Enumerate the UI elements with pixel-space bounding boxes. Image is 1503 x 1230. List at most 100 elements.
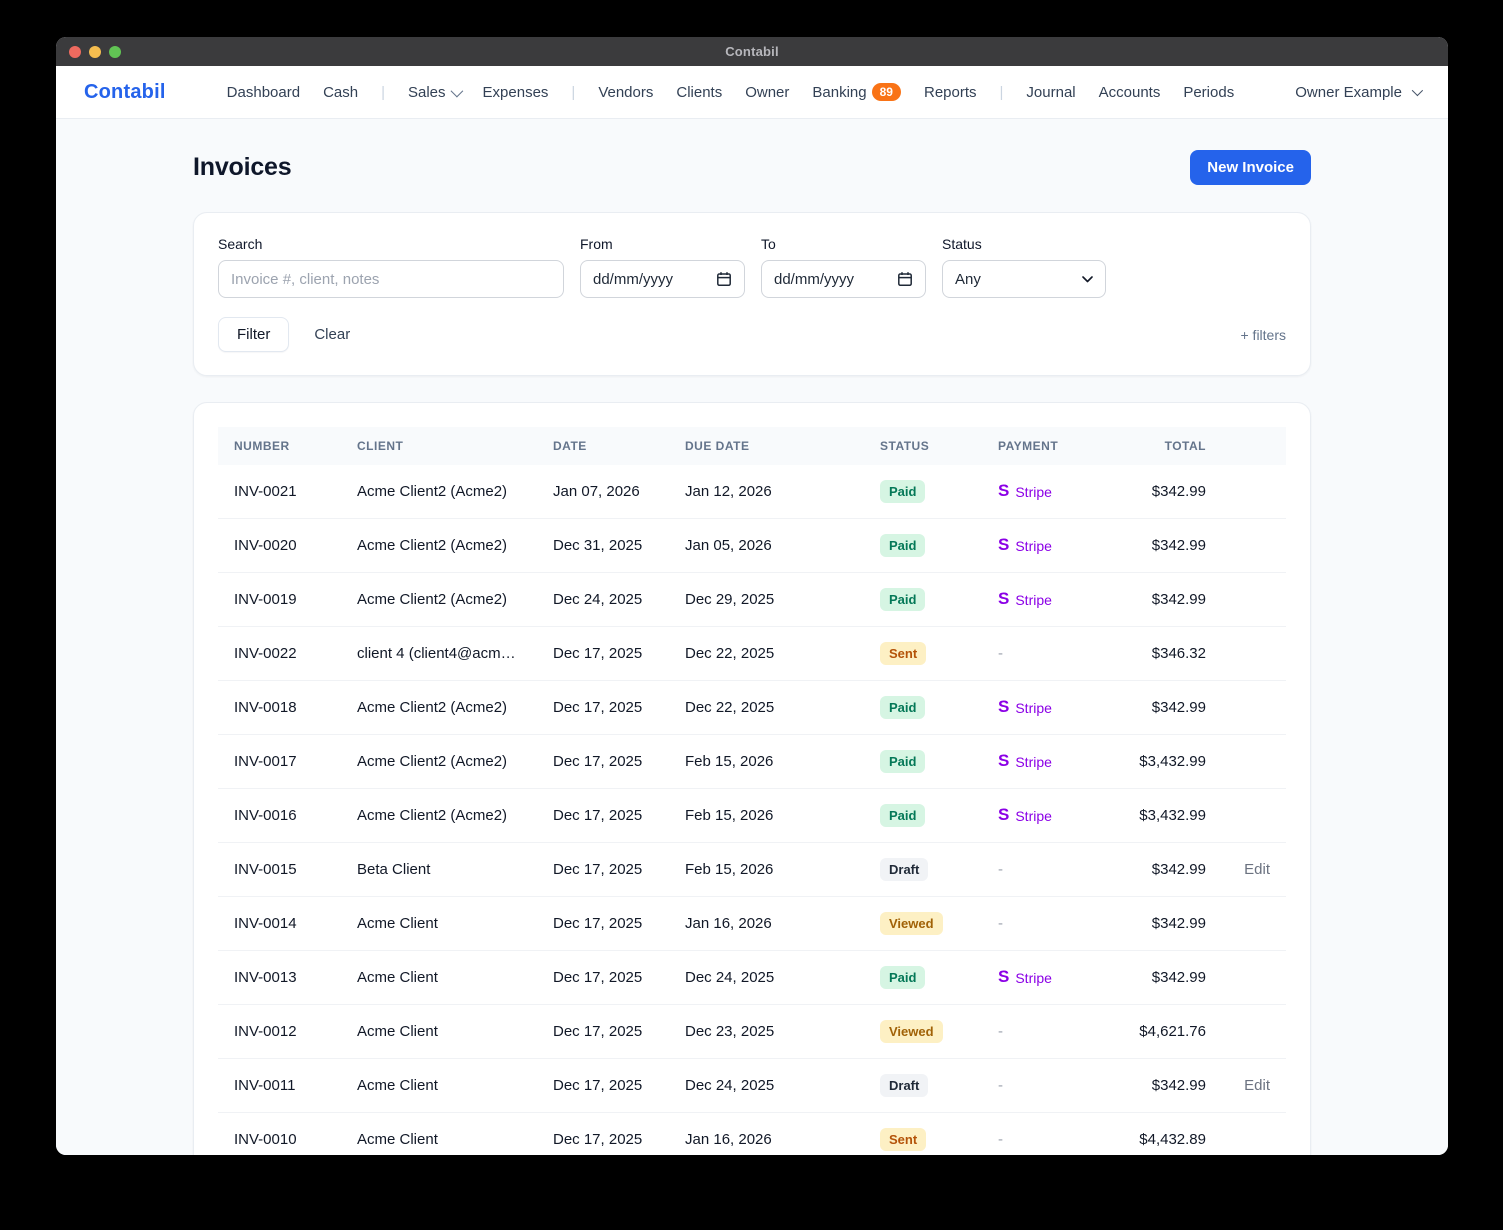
invoice-status-cell: Draft (864, 843, 982, 897)
invoice-date-cell: Dec 31, 2025 (537, 519, 669, 573)
stripe-icon: S (998, 536, 1009, 553)
nav-divider: | (571, 84, 575, 101)
stripe-label: Stripe (1015, 808, 1052, 824)
top-navbar: Contabil Dashboard Cash | Sales Expenses… (56, 66, 1448, 119)
invoice-payment-cell: S Stripe (982, 789, 1122, 843)
status-selected-value: Any (955, 271, 981, 288)
invoice-due-date-cell: Dec 24, 2025 (669, 951, 864, 1005)
table-row[interactable]: INV-0011 Acme Client Dec 17, 2025 Dec 24… (218, 1059, 1286, 1113)
col-header-client: CLIENT (341, 427, 537, 465)
more-filters-link[interactable]: + filters (1240, 327, 1286, 343)
col-header-actions (1222, 427, 1286, 465)
chevron-down-icon (450, 84, 463, 97)
nav-item-vendors[interactable]: Vendors (598, 84, 653, 101)
invoice-status-cell: Draft (864, 1059, 982, 1113)
calendar-icon[interactable] (897, 271, 913, 287)
edit-invoice-link[interactable]: Edit (1244, 861, 1270, 878)
table-row[interactable]: INV-0022 client 4 (client4@acme.com) Dec… (218, 627, 1286, 681)
filter-button[interactable]: Filter (218, 317, 289, 352)
brand-logo[interactable]: Contabil (84, 81, 166, 104)
stripe-label: Stripe (1015, 700, 1052, 716)
invoice-number-cell[interactable]: INV-0021 (218, 465, 341, 519)
table-row[interactable]: INV-0014 Acme Client Dec 17, 2025 Jan 16… (218, 897, 1286, 951)
invoices-table: NUMBER CLIENT DATE DUE DATE STATUS PAYME… (218, 427, 1286, 1155)
nav-item-owner[interactable]: Owner (745, 84, 789, 101)
table-row[interactable]: INV-0017 Acme Client2 (Acme2) Dec 17, 20… (218, 735, 1286, 789)
invoice-due-date-cell: Jan 16, 2026 (669, 1113, 864, 1156)
stripe-label: Stripe (1015, 538, 1052, 554)
invoice-actions-cell: Edit (1222, 1059, 1286, 1113)
status-badge: Draft (880, 1074, 928, 1097)
new-invoice-button[interactable]: New Invoice (1190, 150, 1311, 185)
nav-item-clients[interactable]: Clients (676, 84, 722, 101)
invoice-number-cell[interactable]: INV-0012 (218, 1005, 341, 1059)
stripe-label: Stripe (1015, 592, 1052, 608)
status-badge: Paid (880, 588, 925, 611)
invoice-status-cell: Viewed (864, 1005, 982, 1059)
stripe-payment: SStripe (998, 483, 1106, 500)
to-date-input[interactable]: dd/mm/yyyy (761, 260, 926, 298)
invoice-actions-cell: Edit (1222, 843, 1286, 897)
edit-invoice-link[interactable]: Edit (1244, 1077, 1270, 1094)
invoice-client-cell: Acme Client (341, 1059, 537, 1113)
status-select[interactable]: Any (942, 260, 1106, 298)
invoice-number-cell[interactable]: INV-0011 (218, 1059, 341, 1113)
calendar-icon[interactable] (716, 271, 732, 287)
invoice-payment-cell: S Stripe (982, 519, 1122, 573)
nav-item-cash[interactable]: Cash (323, 84, 358, 101)
invoice-number-cell[interactable]: INV-0019 (218, 573, 341, 627)
invoice-number-cell[interactable]: INV-0018 (218, 681, 341, 735)
invoice-due-date-cell: Dec 23, 2025 (669, 1005, 864, 1059)
col-header-total: TOTAL (1122, 427, 1222, 465)
nav-item-accounts[interactable]: Accounts (1099, 84, 1161, 101)
from-date-input[interactable]: dd/mm/yyyy (580, 260, 745, 298)
no-payment-dash: - (998, 861, 1003, 878)
invoice-number-cell[interactable]: INV-0016 (218, 789, 341, 843)
stripe-icon: S (998, 482, 1009, 499)
table-row[interactable]: INV-0012 Acme Client Dec 17, 2025 Dec 23… (218, 1005, 1286, 1059)
clear-button[interactable]: Clear (314, 326, 350, 343)
nav-item-expenses[interactable]: Expenses (483, 84, 549, 101)
nav-item-sales[interactable]: Sales (408, 84, 460, 101)
table-row[interactable]: INV-0018 Acme Client2 (Acme2) Dec 17, 20… (218, 681, 1286, 735)
col-header-payment: PAYMENT (982, 427, 1122, 465)
invoice-number-cell[interactable]: INV-0022 (218, 627, 341, 681)
table-row[interactable]: INV-0015 Beta Client Dec 17, 2025 Feb 15… (218, 843, 1286, 897)
invoice-number-cell[interactable]: INV-0013 (218, 951, 341, 1005)
nav-item-dashboard[interactable]: Dashboard (227, 84, 300, 101)
invoice-number-cell[interactable]: INV-0017 (218, 735, 341, 789)
table-row[interactable]: INV-0010 Acme Client Dec 17, 2025 Jan 16… (218, 1113, 1286, 1156)
table-row[interactable]: INV-0013 Acme Client Dec 17, 2025 Dec 24… (218, 951, 1286, 1005)
status-badge: Paid (880, 480, 925, 503)
search-label: Search (218, 236, 564, 252)
account-name: Owner Example (1295, 84, 1402, 101)
invoices-table-card: NUMBER CLIENT DATE DUE DATE STATUS PAYME… (193, 402, 1311, 1155)
status-badge: Paid (880, 534, 925, 557)
status-badge: Paid (880, 696, 925, 719)
nav-item-reports[interactable]: Reports (924, 84, 977, 101)
invoice-payment-cell: SStripe (982, 735, 1122, 789)
table-row[interactable]: INV-0020 Acme Client2 (Acme2) Dec 31, 20… (218, 519, 1286, 573)
table-row[interactable]: INV-0019 Acme Client2 (Acme2) Dec 24, 20… (218, 573, 1286, 627)
search-input[interactable] (218, 260, 564, 298)
invoice-total-cell: $342.99 (1122, 897, 1222, 951)
stripe-icon: S (998, 590, 1009, 607)
invoice-actions-cell (1222, 681, 1286, 735)
invoice-status-cell: Paid (864, 519, 982, 573)
nav-item-periods[interactable]: Periods (1183, 84, 1234, 101)
stripe-icon: S (998, 806, 1009, 823)
status-filter-group: Status Any (942, 236, 1106, 298)
invoice-actions-cell (1222, 789, 1286, 843)
invoice-number-cell[interactable]: INV-0015 (218, 843, 341, 897)
invoice-number-cell[interactable]: INV-0010 (218, 1113, 341, 1156)
invoice-number-cell[interactable]: INV-0020 (218, 519, 341, 573)
nav-item-banking[interactable]: Banking 89 (812, 83, 901, 101)
invoice-total-cell: $4,621.76 (1122, 1005, 1222, 1059)
table-row[interactable]: INV-0021 Acme Client2 (Acme2) Jan 07, 20… (218, 465, 1286, 519)
invoice-number-cell[interactable]: INV-0014 (218, 897, 341, 951)
table-row[interactable]: INV-0016 Acme Client2 (Acme2) Dec 17, 20… (218, 789, 1286, 843)
account-menu[interactable]: Owner Example (1295, 84, 1420, 101)
nav-divider: | (1000, 84, 1004, 101)
invoice-payment-cell: S Stripe (982, 573, 1122, 627)
nav-item-journal[interactable]: Journal (1026, 84, 1075, 101)
